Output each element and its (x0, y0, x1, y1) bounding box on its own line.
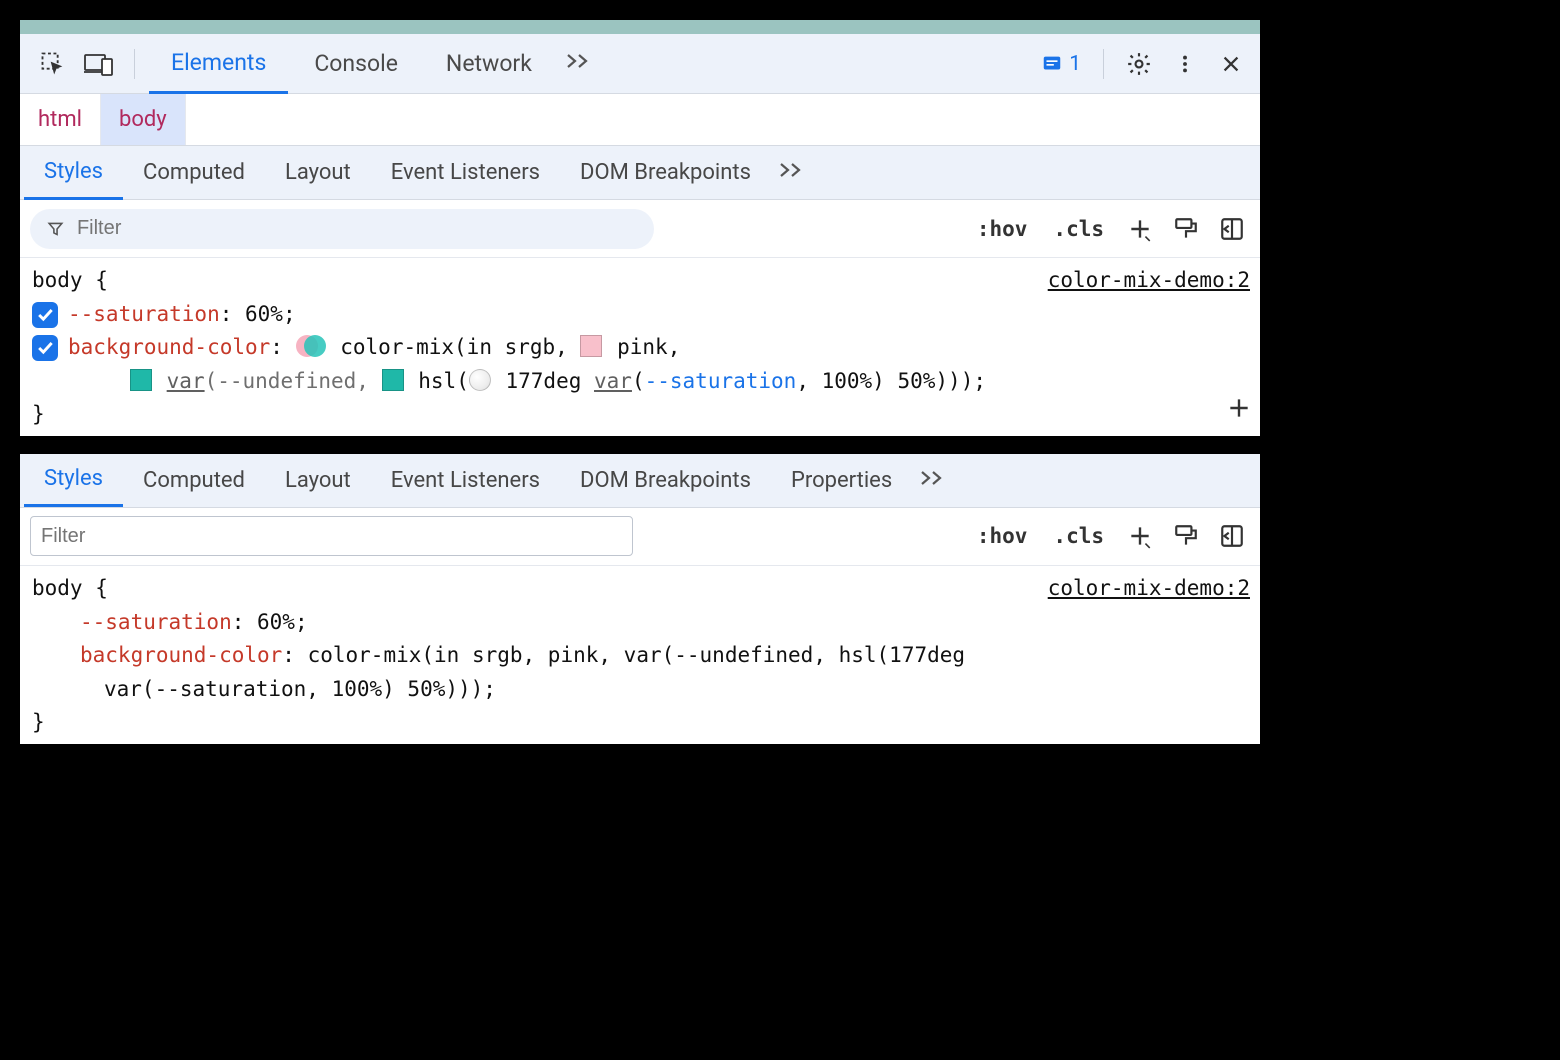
declaration-saturation[interactable]: --saturation: 60%; (32, 606, 1250, 640)
var-saturation[interactable]: var (594, 369, 632, 393)
declaration-background[interactable]: background-color: color-mix(in srgb, pin… (32, 639, 1250, 673)
undefined-name: (--undefined, (205, 369, 382, 393)
prop-name: --saturation (68, 302, 220, 326)
close-icon[interactable] (1210, 43, 1252, 85)
rule-close: } (32, 706, 1250, 740)
prop-value-line1: color-mix(in srgb, pink, var(--undefined… (308, 643, 965, 667)
breadcrumb-body[interactable]: body (101, 94, 186, 145)
styles-subtabs: Styles Computed Layout Event Listeners D… (20, 146, 1260, 200)
declaration-saturation[interactable]: --saturation: 60%; (32, 298, 1250, 332)
hsl-text: hsl( (418, 369, 469, 393)
cls-toggle[interactable]: .cls (1045, 524, 1112, 548)
filter-input-wrap (30, 516, 633, 556)
devtools-toolbar: Elements Console Network 1 (20, 34, 1260, 94)
more-tabs-icon[interactable] (558, 51, 610, 76)
tab-console[interactable]: Console (292, 34, 420, 94)
kebab-icon[interactable] (1164, 43, 1206, 85)
computed-toggle-icon[interactable] (1214, 211, 1250, 247)
subtab-layout[interactable]: Layout (265, 454, 371, 508)
toolbar-divider-2 (1103, 49, 1104, 79)
device-toolbar-icon[interactable] (78, 43, 120, 85)
subtab-computed[interactable]: Computed (123, 146, 265, 200)
pink-text: pink (617, 335, 668, 359)
breadcrumb: html body (20, 94, 1260, 146)
computed-toggle-icon[interactable] (1214, 518, 1250, 554)
filter-input[interactable] (41, 525, 622, 548)
hue-swatch-icon[interactable] (469, 369, 491, 391)
prop-name: background-color (80, 643, 282, 667)
pink-swatch-icon[interactable] (580, 335, 602, 357)
more-subtabs-icon[interactable] (912, 468, 964, 493)
css-rule: color-mix-demo:2 body { --saturation: 60… (20, 258, 1260, 436)
issues-badge[interactable]: 1 (1033, 52, 1089, 76)
subtab-properties[interactable]: Properties (771, 454, 912, 508)
subtab-computed[interactable]: Computed (123, 454, 265, 508)
color-mix-swatch-icon[interactable] (296, 335, 326, 357)
styles-filterbar-2: :hov .cls (20, 508, 1260, 566)
paren-open: ( (632, 369, 645, 393)
styles-subtabs-2: Styles Computed Layout Event Listeners D… (20, 454, 1260, 508)
subtab-styles[interactable]: Styles (24, 146, 123, 200)
tab-elements[interactable]: Elements (149, 34, 288, 94)
paint-icon[interactable] (1168, 211, 1204, 247)
teal-swatch-icon[interactable] (382, 369, 404, 391)
new-style-rule-icon[interactable] (1122, 211, 1158, 247)
rule-close: } (32, 398, 1250, 432)
deg-text: 177deg (506, 369, 595, 393)
page-strip (20, 20, 1260, 34)
issues-count: 1 (1069, 52, 1081, 76)
filter-icon (46, 219, 65, 239)
css-rule-2: color-mix-demo:2 body { --saturation: 60… (20, 566, 1260, 744)
subtab-styles[interactable]: Styles (24, 454, 123, 508)
breadcrumb-html[interactable]: html (20, 94, 101, 145)
declaration-background[interactable]: background-color: color-mix(in srgb, pin… (32, 331, 1250, 365)
sat-rest: , 100%) (796, 369, 885, 393)
subtab-dom-breakpoints[interactable]: DOM Breakpoints (560, 454, 771, 508)
filter-input[interactable] (77, 217, 638, 240)
source-link[interactable]: color-mix-demo:2 (1048, 572, 1250, 606)
inspect-icon[interactable] (32, 43, 74, 85)
styles-filterbar: :hov .cls (20, 200, 1260, 258)
checkbox-icon[interactable] (32, 335, 58, 361)
prop-value: 60% (245, 302, 283, 326)
saturation-name[interactable]: --saturation (645, 369, 797, 393)
prop-name: --saturation (80, 610, 232, 634)
filter-input-wrap (30, 209, 654, 249)
prop-value: 60% (257, 610, 295, 634)
more-subtabs-icon[interactable] (771, 160, 823, 185)
checkbox-icon[interactable] (32, 302, 58, 328)
add-declaration-icon[interactable] (1226, 395, 1252, 432)
fn-color-mix: color-mix(in srgb, (340, 335, 580, 359)
teal-swatch-icon[interactable] (130, 369, 152, 391)
subtab-dom-breakpoints[interactable]: DOM Breakpoints (560, 146, 771, 200)
prop-name: background-color (68, 335, 270, 359)
hov-toggle[interactable]: :hov (969, 524, 1036, 548)
tab-network[interactable]: Network (424, 34, 554, 94)
subtab-event-listeners[interactable]: Event Listeners (371, 454, 560, 508)
paint-icon[interactable] (1168, 518, 1204, 554)
declaration-background-cont[interactable]: var(--undefined, hsl( 177deg var(--satur… (32, 365, 1250, 399)
source-link[interactable]: color-mix-demo:2 (1048, 264, 1250, 298)
gear-icon[interactable] (1118, 43, 1160, 85)
var-undefined[interactable]: var (167, 369, 205, 393)
subtab-event-listeners[interactable]: Event Listeners (371, 146, 560, 200)
declaration-background-cont[interactable]: var(--saturation, 100%) 50%))); (32, 673, 1250, 707)
close-text: 50%))); (885, 369, 986, 393)
new-style-rule-icon[interactable] (1122, 518, 1158, 554)
hov-toggle[interactable]: :hov (969, 217, 1036, 241)
cls-toggle[interactable]: .cls (1045, 217, 1112, 241)
toolbar-divider (134, 49, 135, 79)
subtab-layout[interactable]: Layout (265, 146, 371, 200)
